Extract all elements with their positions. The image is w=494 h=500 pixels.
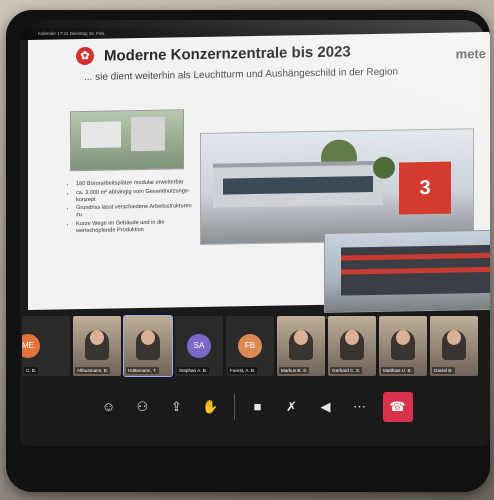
slide-title-row: ✿ Moderne Konzernzentrale bis 2023 xyxy=(76,42,351,66)
building-render-main: 3 xyxy=(200,128,474,245)
participant-tile[interactable]: Matthias U. B. xyxy=(379,316,427,376)
raise-hand-icon[interactable]: ✋ xyxy=(200,396,222,418)
leave-call-icon[interactable]: ☎ xyxy=(382,392,413,422)
building-render-secondary xyxy=(324,229,490,313)
participant-name: Stephan A. B. xyxy=(177,367,210,374)
meeting-toolbar: ☺ ⚇ ⇪ ✋ ■ ✗ ◀ ⋯ ☎ xyxy=(20,384,490,430)
participant-tile[interactable]: FB Fuerst, A. B. xyxy=(226,316,274,376)
tablet-frame: Kalender 17:24 Dienstag 16. Feb. ✿ Moder… xyxy=(6,10,490,492)
avatar: ME xyxy=(22,334,40,358)
participant-tile[interactable]: Althusmann, B. xyxy=(73,316,121,376)
slide-bullets: 180 Bürorarbeitsplätze modular erweiterb… xyxy=(66,179,198,236)
slide-subtitle: ... sie dient weiterhin als Leuchtturm u… xyxy=(84,66,399,84)
bullet-item: Grundriss lässt verschiedene Arbeitsstru… xyxy=(76,203,198,219)
camera-icon[interactable]: ■ xyxy=(247,396,269,418)
toolbar-divider xyxy=(233,394,235,420)
avatar: SA xyxy=(187,334,211,358)
slide-title: Moderne Konzernzentrale bis 2023 xyxy=(104,42,351,65)
participant-name: C. B. xyxy=(24,367,39,374)
mic-muted-icon[interactable]: ✗ xyxy=(281,396,303,418)
tablet-screen: Kalender 17:24 Dienstag 16. Feb. ✿ Moder… xyxy=(20,28,490,446)
bullet-item: ca. 3.000 m² abhängig vom Gesamtnutzungs… xyxy=(76,188,198,204)
participant-tile[interactable]: SA Stephan A. B. xyxy=(175,316,223,376)
reactions-icon[interactable]: ☺ xyxy=(98,396,120,418)
participant-name: Matthias U. B. xyxy=(381,367,414,374)
participant-tile[interactable]: Gerhard C. S. xyxy=(328,316,376,376)
participant-gallery: ME C. B. Althusmann, B. Hüttemann, T. SA… xyxy=(20,315,490,378)
participant-name: Markus B. S. xyxy=(279,367,310,374)
participant-tile[interactable]: ME C. B. xyxy=(22,316,70,376)
brand-logo: mete xyxy=(455,46,486,62)
participant-name: Hüttemann, T. xyxy=(126,367,159,374)
participant-name: Althusmann, B. xyxy=(75,367,111,374)
shared-slide: ✿ Moderne Konzernzentrale bis 2023 ... s… xyxy=(28,31,490,321)
bullet-item: Kurze Wege im Gebäude und in die wertsch… xyxy=(76,219,198,235)
participant-tile[interactable]: Markus B. S. xyxy=(277,316,325,376)
more-icon[interactable]: ⋯ xyxy=(349,396,371,418)
speaker-icon[interactable]: ◀ xyxy=(315,396,337,418)
participant-name: Daniel B. xyxy=(432,367,455,374)
participant-tile-active[interactable]: Hüttemann, T. xyxy=(123,315,173,377)
company-logo-icon: ✿ xyxy=(76,46,94,66)
bullet-item: 180 Bürorarbeitsplätze modular erweiterb… xyxy=(76,179,198,188)
participant-name: Fuerst, A. B. xyxy=(228,367,258,374)
share-icon[interactable]: ⇪ xyxy=(166,396,188,418)
people-icon[interactable]: ⚇ xyxy=(132,396,154,418)
participant-name: Gerhard C. S. xyxy=(330,367,363,374)
participant-tile[interactable]: Daniel B. xyxy=(430,316,478,376)
avatar: FB xyxy=(238,334,262,358)
site-plan-image xyxy=(70,109,184,172)
